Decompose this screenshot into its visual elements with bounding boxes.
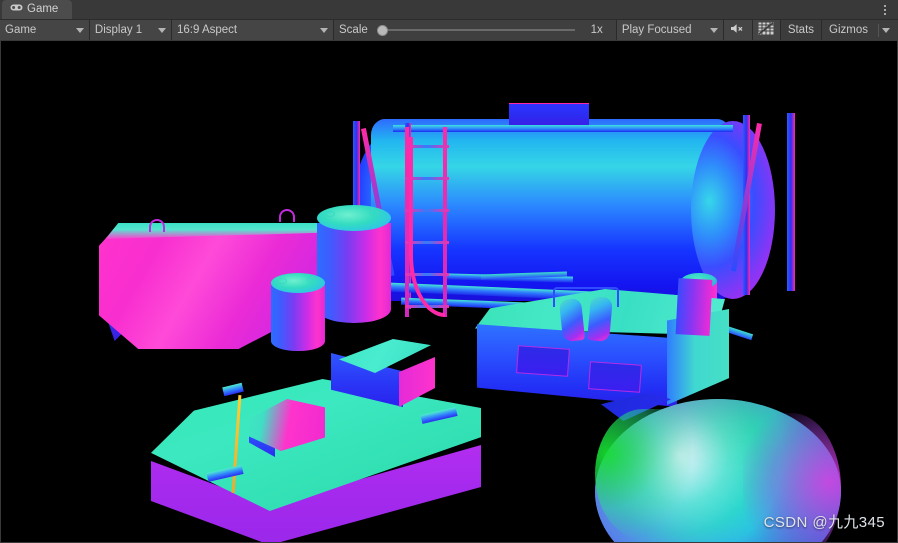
stats-button[interactable]: Stats	[780, 20, 823, 40]
mute-audio-button[interactable]	[724, 20, 753, 40]
storage-silo-large-top	[317, 205, 391, 231]
aspect-ratio-dropdown[interactable]: 16:9 Aspect	[172, 20, 335, 40]
gizmos-label: Gizmos	[829, 24, 869, 36]
tab-game-label: Game	[27, 3, 59, 15]
tab-bar: Game	[0, 0, 898, 19]
cabinet-access-panel	[516, 345, 570, 377]
chevron-down-icon	[710, 27, 719, 33]
view-mode-label: Game	[5, 24, 37, 36]
chevron-down-icon	[75, 27, 84, 33]
unity-game-view-window: Game Game Display 1 16:9 Aspect Scale 1x	[0, 0, 898, 543]
chevron-down-icon	[158, 27, 167, 33]
rendered-scene-normals	[1, 41, 897, 542]
cabinet-bollard-left	[558, 297, 586, 343]
frame-post-4	[787, 113, 795, 291]
watermark-text: CSDN @九九345	[763, 514, 885, 531]
curved-pipe	[409, 137, 445, 317]
chevron-down-icon	[320, 27, 329, 33]
silo-lug	[325, 211, 335, 217]
aspect-ratio-label: 16:9 Aspect	[177, 24, 238, 36]
barrier-lift-hook	[279, 209, 295, 222]
scale-slider-track	[381, 29, 575, 31]
play-mode-dropdown[interactable]: Play Focused	[616, 20, 725, 40]
tanker-hatch	[509, 103, 589, 125]
cabinet-bollard-right	[587, 296, 613, 342]
scale-value: 1x	[590, 24, 603, 36]
cabinet-side-module	[675, 278, 713, 336]
silo-lug	[277, 278, 287, 284]
scale-slider-handle[interactable]	[376, 24, 388, 36]
mute-audio-icon	[730, 22, 745, 38]
gizmos-grid-button[interactable]	[752, 20, 781, 40]
kebab-menu-icon[interactable]	[878, 2, 892, 17]
display-label: Display 1	[94, 24, 143, 36]
silo-lug	[307, 277, 317, 283]
gizmos-control: Gizmos	[822, 20, 898, 40]
gizmos-dropdown-button[interactable]	[882, 27, 898, 33]
gamepad-icon	[10, 0, 23, 19]
game-view-toolbar: Game Display 1 16:9 Aspect Scale 1x Play…	[0, 19, 898, 40]
silo-lug	[369, 210, 379, 216]
gizmos-button[interactable]: Gizmos	[822, 24, 876, 36]
play-mode-label: Play Focused	[621, 24, 692, 36]
cabinet-access-panel	[588, 361, 642, 393]
scale-label: Scale	[339, 24, 368, 36]
gizmos-grid-icon	[758, 22, 775, 38]
display-dropdown[interactable]: Display 1	[89, 20, 173, 40]
chevron-down-icon	[882, 27, 891, 33]
tab-game[interactable]: Game	[2, 0, 73, 19]
scale-control: Scale 1x	[334, 20, 617, 40]
storage-silo-large	[317, 223, 391, 323]
gizmos-separator	[878, 23, 880, 37]
storage-silo-small	[271, 285, 325, 351]
scale-slider[interactable]	[374, 20, 579, 40]
stats-label: Stats	[787, 24, 815, 36]
barrier-lift-hook	[149, 219, 165, 232]
storage-silo-small-top	[271, 273, 325, 293]
sphere-normal-green-lobe	[595, 409, 691, 539]
view-mode-dropdown[interactable]: Game	[0, 20, 90, 40]
game-viewport[interactable]: CSDN @九九345	[1, 41, 897, 542]
